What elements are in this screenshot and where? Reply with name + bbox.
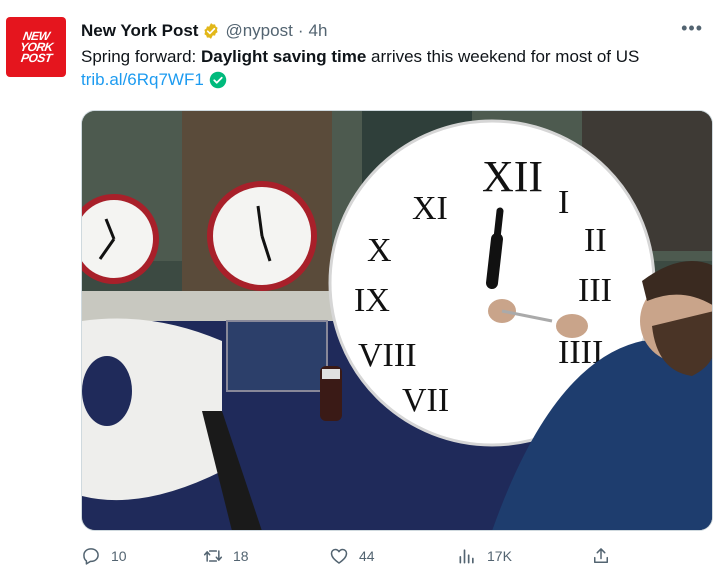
retweet-icon — [203, 550, 223, 562]
svg-text:XII: XII — [482, 152, 543, 201]
tweet-photo[interactable]: XII I II III IIII XI X IX VIII VII — [81, 110, 713, 531]
reply-button[interactable]: 10 — [81, 546, 127, 566]
tweet-link-row: trib.al/6Rq7WF1 — [81, 70, 227, 90]
svg-text:I: I — [558, 184, 569, 221]
svg-text:VIII: VIII — [358, 337, 417, 374]
time-separator: · — [297, 21, 304, 40]
verified-badge-icon[interactable] — [202, 22, 220, 40]
retweet-count: 18 — [233, 548, 249, 564]
views-count: 17K — [487, 548, 512, 564]
reply-count: 10 — [111, 548, 127, 564]
like-count: 44 — [359, 548, 375, 564]
tweet-link[interactable]: trib.al/6Rq7WF1 — [81, 70, 204, 90]
svg-text:XI: XI — [412, 190, 448, 227]
views-button[interactable]: 17K — [457, 546, 512, 566]
reply-icon — [83, 548, 99, 565]
like-icon — [330, 548, 348, 564]
author-handle[interactable]: @nypost — [225, 21, 292, 41]
svg-text:X: X — [367, 232, 392, 269]
more-icon[interactable]: ••• — [681, 18, 703, 39]
share-icon — [594, 548, 608, 563]
avatar[interactable]: NEW YORK POST — [6, 17, 66, 77]
author-name[interactable]: New York Post — [81, 21, 198, 41]
clock-photo: XII I II III IIII XI X IX VIII VII — [82, 111, 712, 530]
like-button[interactable]: 44 — [329, 546, 375, 566]
share-button[interactable] — [591, 546, 621, 566]
tweet-actions: 10 18 44 17K — [81, 546, 713, 572]
svg-text:III: III — [578, 272, 612, 309]
retweet-button[interactable]: 18 — [203, 546, 249, 566]
svg-text:IX: IX — [354, 282, 390, 319]
tweet-text-end: arrives this weekend for most of US — [366, 47, 640, 66]
avatar-line-3: POST — [19, 50, 53, 65]
svg-text:II: II — [584, 222, 607, 259]
tweet-text-bold: Daylight saving time — [201, 47, 367, 66]
tweet-time[interactable]: 4h — [309, 21, 328, 41]
tweet-text-start: Spring forward: — [81, 47, 201, 66]
tweet-text: Spring forward: Daylight saving time arr… — [81, 46, 711, 68]
svg-text:VII: VII — [402, 382, 449, 419]
views-icon — [459, 549, 474, 564]
tweet-header: New York Post @nypost · 4h ••• — [81, 18, 703, 42]
link-check-icon — [209, 71, 227, 89]
